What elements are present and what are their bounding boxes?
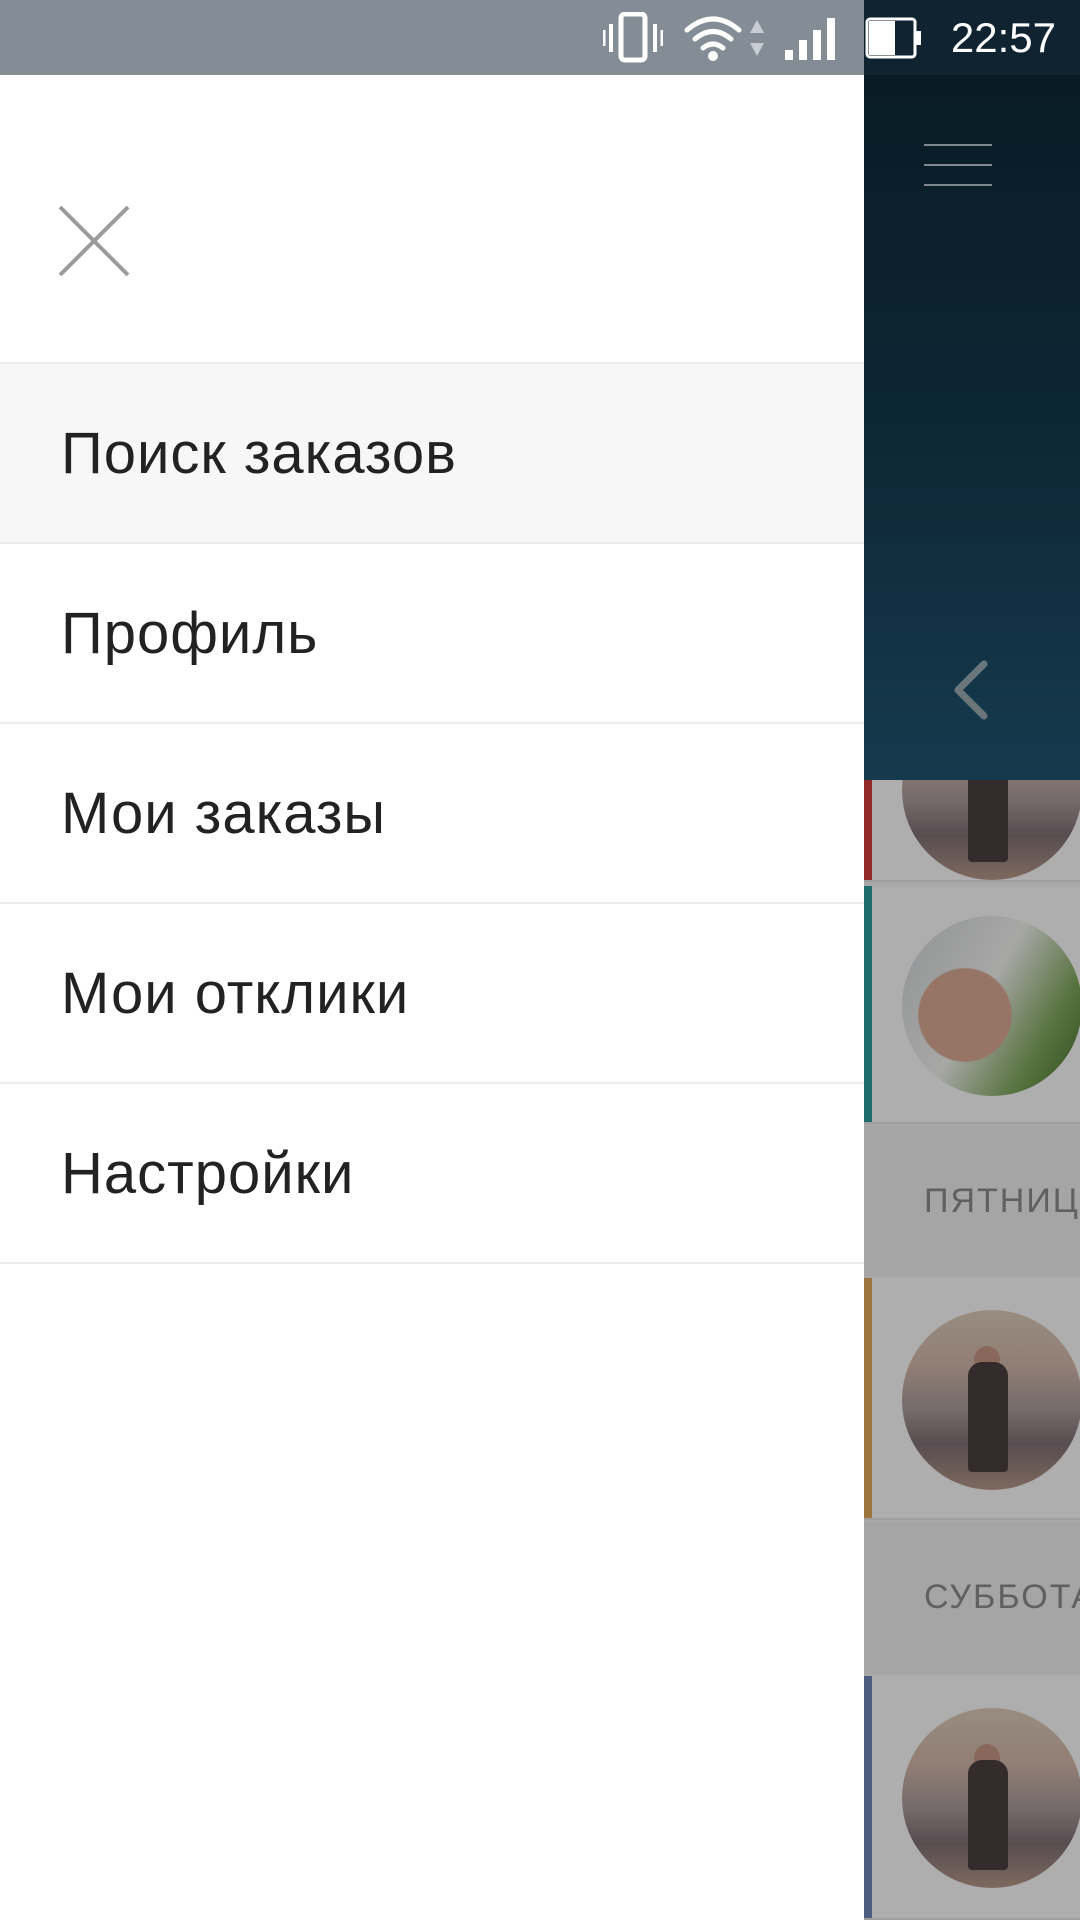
menu-item-settings[interactable]: Настройки	[0, 1084, 864, 1264]
status-time: 22:57	[950, 13, 1056, 61]
data-arrows-icon	[749, 18, 765, 58]
navigation-drawer: Поиск заказов Профиль Мои заказы Мои отк…	[0, 75, 864, 1920]
drawer-menu: Поиск заказов Профиль Мои заказы Мои отк…	[0, 362, 864, 1264]
battery-icon	[865, 17, 923, 59]
close-icon[interactable]	[56, 203, 132, 279]
menu-item-label: Настройки	[61, 1140, 355, 1206]
vibrate-icon	[602, 11, 663, 64]
menu-item-my-responses[interactable]: Мои отклики	[0, 904, 864, 1084]
menu-item-my-orders[interactable]: Мои заказы	[0, 724, 864, 904]
status-bar: 22:57	[0, 0, 1080, 75]
menu-item-profile[interactable]: Профиль	[0, 544, 864, 724]
signal-icon	[784, 16, 837, 60]
menu-item-order-search[interactable]: Поиск заказов	[0, 364, 864, 544]
menu-item-label: Поиск заказов	[61, 420, 457, 486]
menu-item-label: Мои заказы	[61, 780, 387, 846]
menu-item-label: Мои отклики	[61, 960, 410, 1026]
wifi-icon	[683, 14, 743, 62]
menu-item-label: Профиль	[61, 600, 319, 666]
